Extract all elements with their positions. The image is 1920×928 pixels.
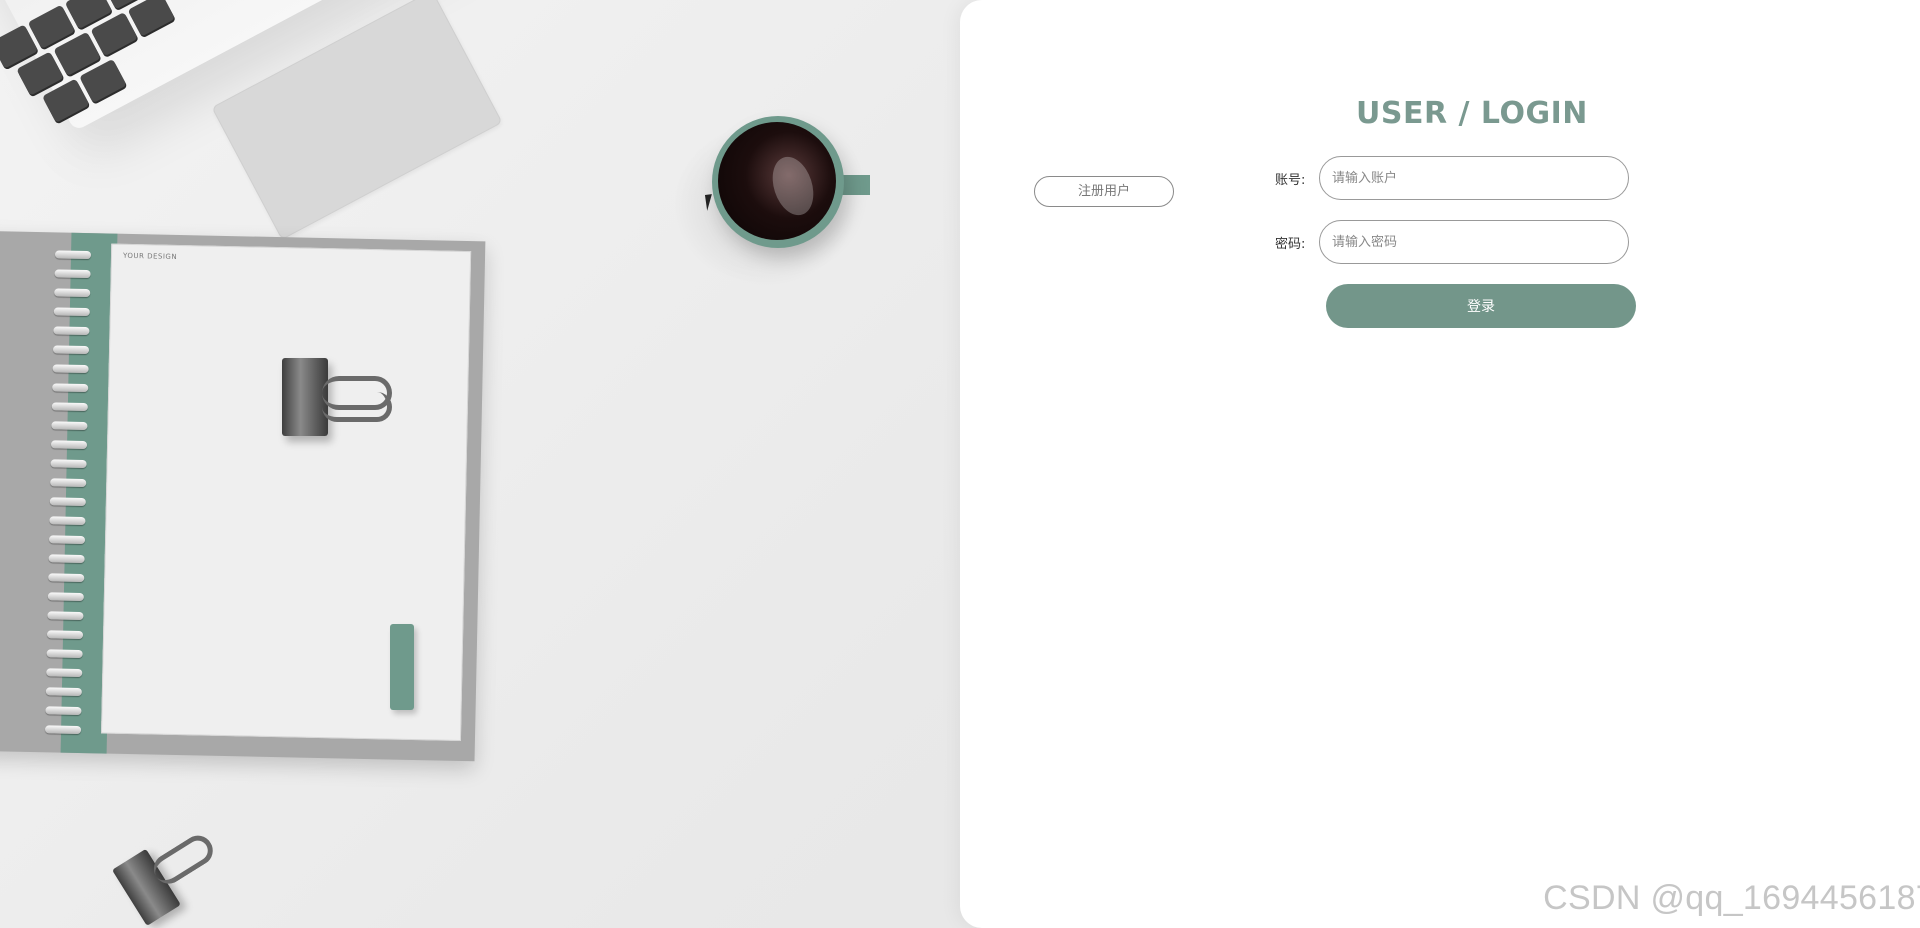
notebook-ring — [50, 459, 87, 469]
notebook-ring — [46, 649, 83, 659]
eraser-illustration — [390, 624, 414, 710]
coffee-cup-handle — [840, 175, 870, 195]
notebook-page: YOUR DESIGN — [100, 243, 472, 741]
mouse-cursor-icon — [704, 193, 722, 211]
notebook-ring — [52, 364, 89, 374]
notebook-ring — [48, 535, 86, 545]
password-row: 密码: — [1275, 220, 1675, 264]
watermark-text: CSDN @qq_1694456187 — [1543, 879, 1920, 917]
desk-background-illustration: YOUR DESIGN — [0, 0, 960, 928]
notebook-ring — [46, 630, 84, 640]
notebook-ring — [53, 326, 90, 336]
account-label: 账号: — [1275, 173, 1306, 188]
notebook-ring — [52, 345, 90, 355]
notebook-ring — [45, 687, 82, 697]
notebook-ring — [48, 573, 85, 583]
account-row: 账号: — [1275, 156, 1675, 200]
notebook-ring — [45, 706, 82, 716]
account-input[interactable] — [1319, 156, 1629, 200]
notebook-ring — [46, 668, 83, 678]
password-input[interactable] — [1319, 220, 1629, 264]
coffee-cup-illustration — [712, 116, 844, 248]
notebook-ring — [54, 269, 91, 279]
notebook-ring — [49, 516, 86, 526]
notebook-ring — [54, 288, 91, 298]
notebook-ring — [51, 421, 88, 431]
notebook-ring — [50, 440, 88, 450]
notebook-ring — [49, 497, 86, 507]
notebook-ring — [53, 307, 90, 317]
notebook-ring — [48, 554, 85, 564]
notebook-ring — [50, 478, 87, 488]
password-label: 密码: — [1275, 237, 1306, 252]
notebook-label: YOUR DESIGN — [122, 251, 178, 261]
login-button[interactable]: 登录 — [1326, 284, 1636, 328]
notebook-ring — [51, 402, 88, 412]
login-title: USER / LOGIN — [1356, 96, 1588, 131]
login-page: YOUR DESIGN USER / LOGIN 注册用户 账号: 密码: — [0, 0, 1920, 928]
notebook-ring — [44, 725, 82, 735]
register-button[interactable]: 注册用户 — [1034, 176, 1174, 207]
notebook-ring — [54, 250, 92, 260]
notebook-ring — [47, 611, 84, 621]
notebook-ring — [52, 383, 89, 393]
login-card: USER / LOGIN 注册用户 账号: 密码: 登录 CSDN @qq_16… — [960, 0, 1920, 928]
notebook-ring — [47, 592, 84, 602]
